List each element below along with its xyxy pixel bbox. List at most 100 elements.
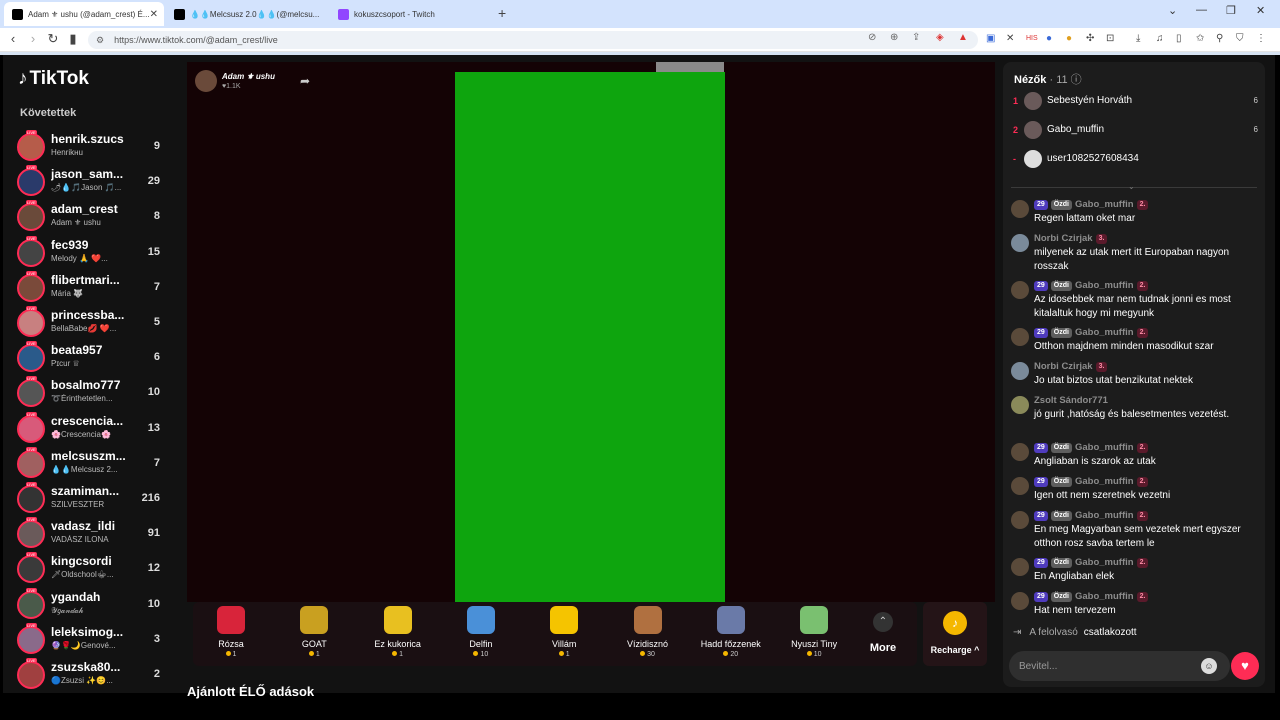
- new-tab-button[interactable]: +: [498, 5, 506, 21]
- sidebar-item-4[interactable]: LIVE flibertmari... Mária 🐺 7: [17, 270, 177, 305]
- top-viewer-row[interactable]: 1 Sebestyén Horváth 6: [1013, 92, 1258, 114]
- address-bar[interactable]: ⚙ https://www.tiktok.com/@adam_crest/liv…: [88, 31, 978, 49]
- gift-item[interactable]: GOAT 1: [274, 604, 354, 664]
- sidebar-item-2[interactable]: LIVE adam_crest Adam ⚜ ushu 8: [17, 200, 177, 234]
- media-icon[interactable]: ♫: [1156, 33, 1164, 44]
- message-username[interactable]: Norbi Czirjak: [1034, 361, 1093, 372]
- extension-icon[interactable]: ●: [1046, 33, 1052, 44]
- avatar[interactable]: [17, 661, 45, 689]
- message-username[interactable]: Gabo_muffin: [1075, 510, 1134, 521]
- extension-icon[interactable]: ▣: [986, 33, 995, 44]
- avatar[interactable]: [17, 309, 45, 337]
- extension-icon[interactable]: ●: [1066, 33, 1072, 44]
- gift-item[interactable]: Nyuszi Tiny 10: [774, 604, 854, 664]
- maximize-icon[interactable]: ❐: [1226, 4, 1236, 17]
- host-name[interactable]: Adam ⚜ ushu: [222, 72, 275, 81]
- translate-icon[interactable]: ⊘: [868, 32, 876, 43]
- gift-item[interactable]: Hadd főzzenek 20: [691, 604, 771, 664]
- recharge-button[interactable]: ♪ Recharge ^: [923, 602, 987, 666]
- sidebar-item-14[interactable]: LIVE leleksimog... 🔮🌹🌙Genové... 3: [17, 622, 177, 657]
- avatar[interactable]: [1011, 558, 1029, 576]
- avatar[interactable]: [17, 590, 45, 619]
- chat-input[interactable]: Bevitel...: [1009, 651, 1230, 681]
- avatar[interactable]: [1011, 362, 1029, 380]
- close-tab-icon[interactable]: ✕: [150, 9, 158, 20]
- live-video[interactable]: [455, 72, 725, 602]
- chevron-down-icon[interactable]: ⌄: [1128, 182, 1135, 191]
- sidebar-item-9[interactable]: LIVE melcsuszm... 💧💧Melcsusz 2... 7: [17, 446, 177, 481]
- top-viewer-row[interactable]: 2 Gabo_muffin 6: [1013, 121, 1258, 143]
- top-viewer-row[interactable]: - user1082527608434: [1013, 150, 1258, 172]
- reload-icon[interactable]: ↻: [44, 31, 62, 47]
- message-username[interactable]: Gabo_muffin: [1075, 327, 1134, 338]
- avatar[interactable]: [17, 379, 45, 408]
- avatar[interactable]: [17, 449, 45, 478]
- avatar[interactable]: [1011, 592, 1029, 610]
- avatar[interactable]: [17, 414, 45, 443]
- browser-tab-2[interactable]: 💧💧Melcsusz 2.0💧💧(@melcsu...: [166, 2, 326, 26]
- avatar[interactable]: [1011, 511, 1029, 529]
- avatar[interactable]: [1011, 200, 1029, 218]
- avatar[interactable]: [1011, 477, 1029, 495]
- extension-icon[interactable]: ✕: [1006, 33, 1014, 44]
- message-username[interactable]: Gabo_muffin: [1075, 476, 1134, 487]
- extensions-icon[interactable]: ⚲: [1216, 33, 1223, 44]
- forward-icon[interactable]: ›: [24, 31, 42, 46]
- avatar[interactable]: [1011, 396, 1029, 414]
- sidebar-item-3[interactable]: LIVE fec939 Melody 🙏 ❤️... 15: [17, 235, 177, 270]
- browser-tab-1[interactable]: Adam ⚜ ushu (@adam_crest) É... ✕: [4, 2, 164, 26]
- collections-icon[interactable]: ✩: [1196, 33, 1204, 44]
- sidebar-item-12[interactable]: LIVE kingcsordi 🗡Oldschool⚜... 12: [17, 552, 177, 586]
- gift-item[interactable]: Vízidisznó 30: [608, 604, 688, 664]
- avatar[interactable]: [17, 273, 45, 302]
- warning-icon[interactable]: ▲: [958, 32, 968, 43]
- sidebar-item-1[interactable]: LIVE jason_sam... 🌶💧🎵Jason 🎵... 29: [17, 165, 177, 199]
- gift-item[interactable]: Villám 1: [524, 604, 604, 664]
- sidebar-item-10[interactable]: LIVE szamiman... SZILVESZTER 216: [17, 482, 177, 516]
- sidebar-item-15[interactable]: LIVE zsuzska80... 🔵Zsuzsi ✨😊... 2: [17, 658, 177, 692]
- heart-icon[interactable]: ♥: [1231, 652, 1259, 680]
- share-page-icon[interactable]: ⇪: [912, 32, 920, 43]
- bookmark-icon[interactable]: ▮: [64, 31, 82, 47]
- avatar[interactable]: [1011, 234, 1029, 252]
- avatar[interactable]: [1011, 328, 1029, 346]
- message-username[interactable]: Gabo_muffin: [1075, 591, 1134, 602]
- sidebar-item-11[interactable]: LIVE vadasz_ildi VADÁSZ ILONA 91: [17, 517, 177, 551]
- tab-search-icon[interactable]: ⌄: [1168, 4, 1177, 17]
- extension-icon[interactable]: HIS: [1026, 35, 1038, 42]
- sidebar-item-6[interactable]: LIVE beata957 Pɪcur ♕ 6: [17, 341, 177, 375]
- avatar[interactable]: [17, 133, 45, 161]
- message-username[interactable]: Gabo_muffin: [1075, 442, 1134, 453]
- site-info-icon[interactable]: ⚙: [96, 35, 104, 46]
- emoji-icon[interactable]: ☺: [1201, 658, 1217, 674]
- more-gifts-button[interactable]: ⌃ More: [866, 612, 900, 654]
- message-username[interactable]: Gabo_muffin: [1075, 557, 1134, 568]
- tiktok-logo[interactable]: ♪ TikTok: [18, 68, 89, 90]
- extension-icon[interactable]: ⊡: [1106, 33, 1114, 44]
- download-icon[interactable]: ⤓: [1136, 33, 1140, 44]
- avatar[interactable]: [17, 203, 45, 232]
- zoom-icon[interactable]: ⊕: [890, 32, 898, 43]
- close-window-icon[interactable]: ✕: [1256, 4, 1265, 17]
- avatar[interactable]: [17, 520, 45, 549]
- share-icon[interactable]: ➦: [300, 74, 310, 88]
- message-username[interactable]: Gabo_muffin: [1075, 199, 1134, 210]
- gift-item[interactable]: Ez kukorica 1: [358, 604, 438, 664]
- message-username[interactable]: Norbi Czirjak: [1034, 233, 1093, 244]
- gift-item[interactable]: Delfin 10: [441, 604, 521, 664]
- minimize-icon[interactable]: —: [1196, 4, 1207, 16]
- shield-icon[interactable]: ⛉: [1236, 33, 1244, 44]
- joined-user[interactable]: A felolvasó: [1029, 627, 1077, 638]
- sidebar-item-7[interactable]: LIVE bosalmo777 ➰Érinthetetlen... 10: [17, 376, 177, 410]
- avatar[interactable]: [17, 344, 45, 373]
- sidebar-item-0[interactable]: LIVE henrik.szucs Henrikнu 9: [17, 130, 177, 164]
- gift-item[interactable]: Rózsa 1: [191, 604, 271, 664]
- info-icon[interactable]: ⓘ: [1071, 74, 1082, 86]
- menu-icon[interactable]: ⋮: [1256, 33, 1266, 44]
- message-username[interactable]: Zsolt Sándor771: [1034, 395, 1108, 406]
- sidebar-icon[interactable]: ▯: [1176, 33, 1182, 44]
- avatar[interactable]: [1011, 443, 1029, 461]
- sidebar-item-8[interactable]: LIVE crescencia... 🌸Crescencia🌸 13: [17, 411, 177, 446]
- sidebar-item-13[interactable]: LIVE ygandah 𝒴𝑔𝒶𝓃𝒹𝒶𝒽 10: [17, 587, 177, 622]
- avatar[interactable]: [17, 238, 45, 267]
